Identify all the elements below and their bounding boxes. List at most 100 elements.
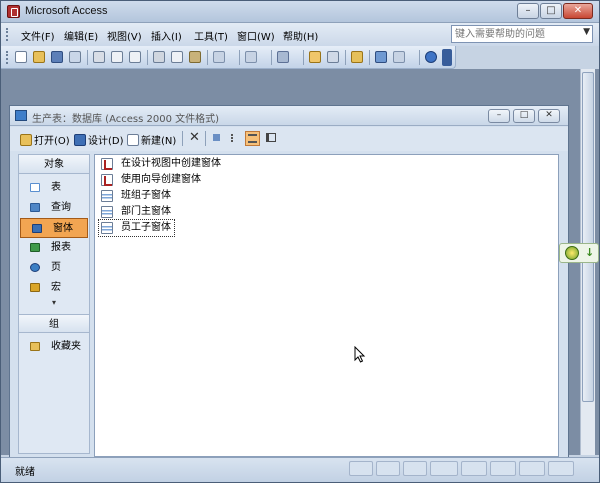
print-icon[interactable]: [93, 51, 105, 63]
object-label: 窗体: [53, 223, 73, 234]
open-button[interactable]: 打开(O): [20, 132, 70, 147]
list-item-label: 员工子窗体: [121, 222, 171, 233]
list-item[interactable]: 在设计视图中创建窗体: [99, 156, 221, 172]
menubar-grip[interactable]: [6, 28, 9, 41]
new-icon[interactable]: [15, 51, 27, 63]
toolbar-separator: [207, 50, 208, 65]
object-tables[interactable]: 表: [19, 178, 89, 198]
status-indicator: [490, 461, 516, 476]
db-minimize-button[interactable]: –: [488, 109, 510, 123]
window-title: Microsoft Access: [25, 5, 108, 17]
status-text: 就绪: [15, 467, 35, 478]
open-icon[interactable]: [33, 51, 45, 63]
maximize-button[interactable]: □: [540, 3, 562, 19]
toolbar-separator: [147, 50, 148, 65]
toolbar-separator: [345, 50, 346, 65]
status-indicator: [403, 461, 427, 476]
access-window: Microsoft Access – □ ✕ 文件(F) 编辑(E) 视图(V)…: [0, 0, 600, 483]
object-label: 宏: [51, 282, 61, 293]
objects-header[interactable]: 对象: [19, 155, 89, 174]
list-item[interactable]: 使用向导创建窗体: [99, 172, 201, 188]
menu-insert[interactable]: 插入(I): [151, 28, 182, 43]
toolbar-separator: [419, 50, 420, 65]
objects-scroll-down[interactable]: ▾: [19, 298, 89, 310]
paste-icon[interactable]: [189, 51, 201, 63]
code-icon[interactable]: [309, 51, 321, 63]
object-queries[interactable]: 查询: [19, 198, 89, 218]
menu-window[interactable]: 窗口(W): [237, 28, 275, 43]
help-question-box[interactable]: ▼: [451, 25, 593, 43]
properties-icon[interactable]: [351, 51, 363, 63]
database-window-title-bar: 生产表：数据库 (Access 2000 文件格式) – □ ✕: [10, 106, 568, 126]
search-icon[interactable]: [69, 51, 81, 63]
design-button[interactable]: 设计(D): [74, 132, 124, 147]
relationships-icon[interactable]: [375, 51, 387, 63]
help-icon[interactable]: [425, 51, 437, 63]
db-close-button[interactable]: ✕: [538, 109, 560, 123]
details-view-icon[interactable]: [263, 131, 278, 146]
list-view-icon[interactable]: [245, 131, 260, 146]
object-pages[interactable]: 页: [19, 258, 89, 278]
toolbar-options-icon[interactable]: [442, 49, 452, 66]
minimize-button[interactable]: –: [517, 3, 539, 19]
save-icon[interactable]: [51, 51, 63, 63]
status-indicator: [461, 461, 487, 476]
new-button[interactable]: 新建(N): [127, 132, 176, 147]
chevron-down-icon[interactable]: ▼: [583, 27, 590, 37]
spelling-icon[interactable]: [129, 51, 141, 63]
object-reports[interactable]: 报表: [19, 238, 89, 258]
object-label: 页: [51, 262, 61, 273]
toolbar-separator: [182, 131, 183, 146]
undo-icon[interactable]: [213, 51, 225, 63]
script-icon[interactable]: [327, 51, 339, 63]
status-indicator: [376, 461, 400, 476]
small-icons-view-icon[interactable]: [227, 131, 242, 146]
menu-edit[interactable]: 编辑(E): [64, 28, 98, 43]
help-search-input[interactable]: [452, 26, 576, 42]
new-object-icon[interactable]: [393, 51, 405, 63]
close-button[interactable]: ✕: [563, 3, 593, 19]
groups-header[interactable]: 组: [19, 314, 89, 333]
menu-file[interactable]: 文件(F): [21, 28, 55, 43]
favorites-folder-icon: [30, 342, 40, 351]
delete-icon[interactable]: ✕: [187, 131, 202, 146]
access-app-icon[interactable]: [7, 5, 20, 18]
database-toolbar: 打开(O) 设计(D) 新建(N) ✕: [10, 127, 568, 151]
table-icon: [30, 183, 40, 192]
open-button-label: 打开(O): [34, 136, 70, 147]
refresh-globe-icon: [565, 246, 579, 260]
scrollbar-thumb[interactable]: [582, 72, 594, 402]
analyze-icon[interactable]: [277, 51, 289, 63]
menu-view[interactable]: 视图(V): [107, 28, 142, 43]
status-indicator: [349, 461, 373, 476]
form-icon: [32, 224, 42, 233]
new-button-label: 新建(N): [141, 136, 177, 147]
list-item[interactable]: 部门主窗体: [99, 204, 171, 220]
cut-icon[interactable]: [153, 51, 165, 63]
toolbar-separator: [271, 50, 272, 65]
menu-help[interactable]: 帮助(H): [283, 28, 318, 43]
status-indicator: [430, 461, 458, 476]
toolbar-grip[interactable]: [6, 51, 9, 64]
office-links-icon[interactable]: [245, 51, 257, 63]
copy-icon[interactable]: [171, 51, 183, 63]
object-forms[interactable]: 窗体: [20, 218, 88, 238]
mouse-cursor-icon: [354, 346, 366, 363]
database-window: 生产表：数据库 (Access 2000 文件格式) – □ ✕ 打开(O) 设…: [9, 105, 569, 461]
list-item[interactable]: 班组子窗体: [99, 188, 171, 204]
database-icon[interactable]: [15, 110, 27, 121]
menu-tools[interactable]: 工具(T): [194, 28, 228, 43]
object-macros[interactable]: 宏: [19, 278, 89, 298]
floating-update-widget[interactable]: ↓: [559, 243, 599, 263]
group-favorites[interactable]: 收藏夹: [19, 337, 89, 357]
list-item[interactable]: 员工子窗体: [98, 219, 175, 237]
large-icons-view-icon[interactable]: [209, 131, 224, 146]
report-icon: [30, 243, 40, 252]
print-preview-icon[interactable]: [111, 51, 123, 63]
db-maximize-button[interactable]: □: [513, 109, 535, 123]
toolbar-separator: [239, 50, 240, 65]
list-item-label: 使用向导创建窗体: [121, 174, 201, 185]
forms-list: 在设计视图中创建窗体 使用向导创建窗体 班组子窗体 部门主窗体 员工子窗体: [94, 154, 559, 457]
objects-panel: 对象 表 查询 窗体 报表 页 宏 ▾ 组 收藏夹: [18, 154, 90, 454]
design-button-label: 设计(D): [88, 136, 124, 147]
